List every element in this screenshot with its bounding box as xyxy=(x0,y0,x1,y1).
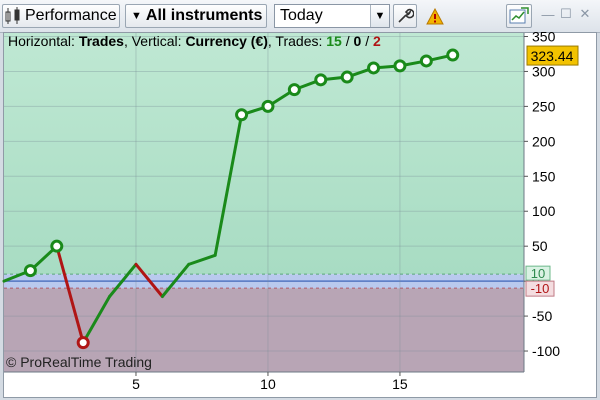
trades-separator: / xyxy=(345,33,350,49)
trades-neutral-count: 0 xyxy=(353,33,362,49)
data-point xyxy=(367,61,381,75)
data-point xyxy=(50,239,64,253)
chart-header: Horizontal: Trades, Vertical: Currency (… xyxy=(8,33,381,49)
performance-chart: 350300250200150100500-50-1005101510-1032… xyxy=(2,28,579,392)
vertical-label: , Vertical: xyxy=(123,33,182,49)
data-point xyxy=(340,70,354,84)
data-point xyxy=(23,264,37,278)
y-tick-label: 300 xyxy=(532,63,556,79)
data-point xyxy=(261,99,275,113)
y-tick-label: -50 xyxy=(532,308,552,324)
positive-zone xyxy=(4,33,524,275)
data-point xyxy=(235,108,249,122)
band-upper-label: 10 xyxy=(531,266,545,281)
x-tick-label: 10 xyxy=(260,376,276,392)
trades-separator: / xyxy=(365,33,370,49)
x-tick-label: 15 xyxy=(392,376,408,392)
data-point xyxy=(314,73,328,87)
y-tick-label: 50 xyxy=(532,238,548,254)
data-point xyxy=(287,83,301,97)
y-tick-label: 350 xyxy=(532,28,556,44)
horizontal-label: Horizontal: xyxy=(8,33,75,49)
trades-loss-count: 2 xyxy=(372,33,381,49)
y-tick-label: 200 xyxy=(532,133,556,149)
data-point xyxy=(419,54,433,68)
y-tick-label: -100 xyxy=(532,343,560,359)
current-value-label: 323.44 xyxy=(531,48,574,64)
trades-label: , Trades: xyxy=(267,33,323,49)
vertical-value: Currency (€) xyxy=(185,33,268,49)
trades-win-count: 15 xyxy=(326,33,342,49)
y-tick-label: 150 xyxy=(532,168,556,184)
data-point xyxy=(393,59,407,73)
band-lower-label: -10 xyxy=(531,281,550,296)
data-point xyxy=(446,48,460,62)
y-tick-label: 250 xyxy=(532,98,556,114)
data-point xyxy=(76,336,90,350)
y-tick-label: 100 xyxy=(532,203,556,219)
x-tick-label: 5 xyxy=(132,376,140,392)
horizontal-value: Trades xyxy=(78,33,124,49)
copyright-text: © ProRealTime Trading xyxy=(6,354,152,370)
